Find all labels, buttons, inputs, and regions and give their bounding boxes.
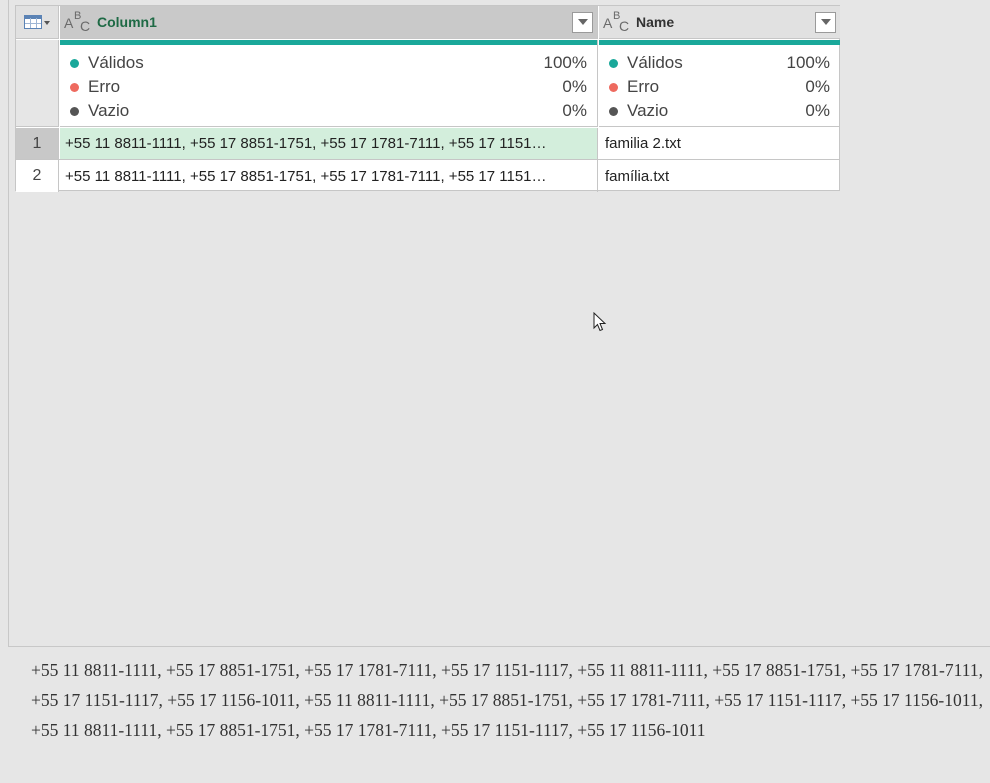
quality-error: Erro 0% — [609, 75, 830, 99]
empty-dot-icon — [70, 106, 79, 116]
chevron-down-icon — [820, 19, 831, 25]
table-menu-button[interactable] — [16, 6, 59, 39]
table-row[interactable]: 1 +55 11 8811-1111, +55 17 8851-1751, +5… — [16, 128, 839, 160]
table-cell-column1[interactable]: +55 11 8811-1111, +55 17 8851-1751, +55 … — [60, 128, 598, 159]
quality-valid: Válidos 100% — [609, 51, 830, 75]
row-number[interactable]: 1 — [16, 128, 59, 159]
mouse-pointer-icon — [593, 312, 607, 332]
chevron-down-icon — [577, 19, 588, 25]
table-cell-name[interactable]: familia 2.txt — [599, 128, 839, 159]
column-header-name[interactable]: ABC Name — [599, 6, 840, 39]
column-filter-dropdown[interactable] — [572, 11, 593, 33]
table-row[interactable]: 2 +55 11 8811-1111, +55 17 8851-1751, +5… — [16, 160, 839, 192]
error-dot-icon — [70, 82, 79, 92]
quality-bar — [60, 40, 597, 45]
quality-valid: Válidos 100% — [70, 51, 587, 75]
error-dot-icon — [609, 82, 618, 92]
abc-text-type-icon[interactable]: ABC — [602, 10, 632, 34]
data-preview-grid: ABC Column1 ABC Name Válidos 100% Erro 0… — [15, 5, 840, 192]
quality-error: Erro 0% — [70, 75, 587, 99]
valid-dot-icon — [609, 58, 618, 68]
column-filter-dropdown[interactable] — [815, 11, 836, 33]
abc-text-type-icon[interactable]: ABC — [63, 10, 93, 34]
row-number[interactable]: 2 — [16, 160, 59, 192]
column-quality-column1: Válidos 100% Erro 0% Vazio 0% — [60, 40, 598, 127]
quality-empty: Vazio 0% — [70, 99, 587, 123]
quality-empty: Vazio 0% — [609, 99, 830, 123]
column-title: Column1 — [97, 14, 157, 30]
detail-pane-divider — [8, 646, 990, 647]
cell-value-preview: +55 11 8811-1111, +55 17 8851-1751, +55 … — [31, 660, 983, 740]
column-quality-name: Válidos 100% Erro 0% Vazio 0% — [599, 40, 840, 127]
quality-corner — [16, 40, 59, 127]
valid-dot-icon — [70, 58, 79, 68]
empty-dot-icon — [609, 106, 618, 116]
table-cell-name[interactable]: família.txt — [599, 160, 839, 192]
quality-bar — [599, 40, 840, 45]
table-cell-column1[interactable]: +55 11 8811-1111, +55 17 8851-1751, +55 … — [60, 160, 598, 192]
table-icon — [24, 13, 50, 31]
column-title: Name — [636, 14, 675, 30]
column-header-column1[interactable]: ABC Column1 — [60, 6, 598, 39]
left-panel-divider — [8, 0, 9, 646]
